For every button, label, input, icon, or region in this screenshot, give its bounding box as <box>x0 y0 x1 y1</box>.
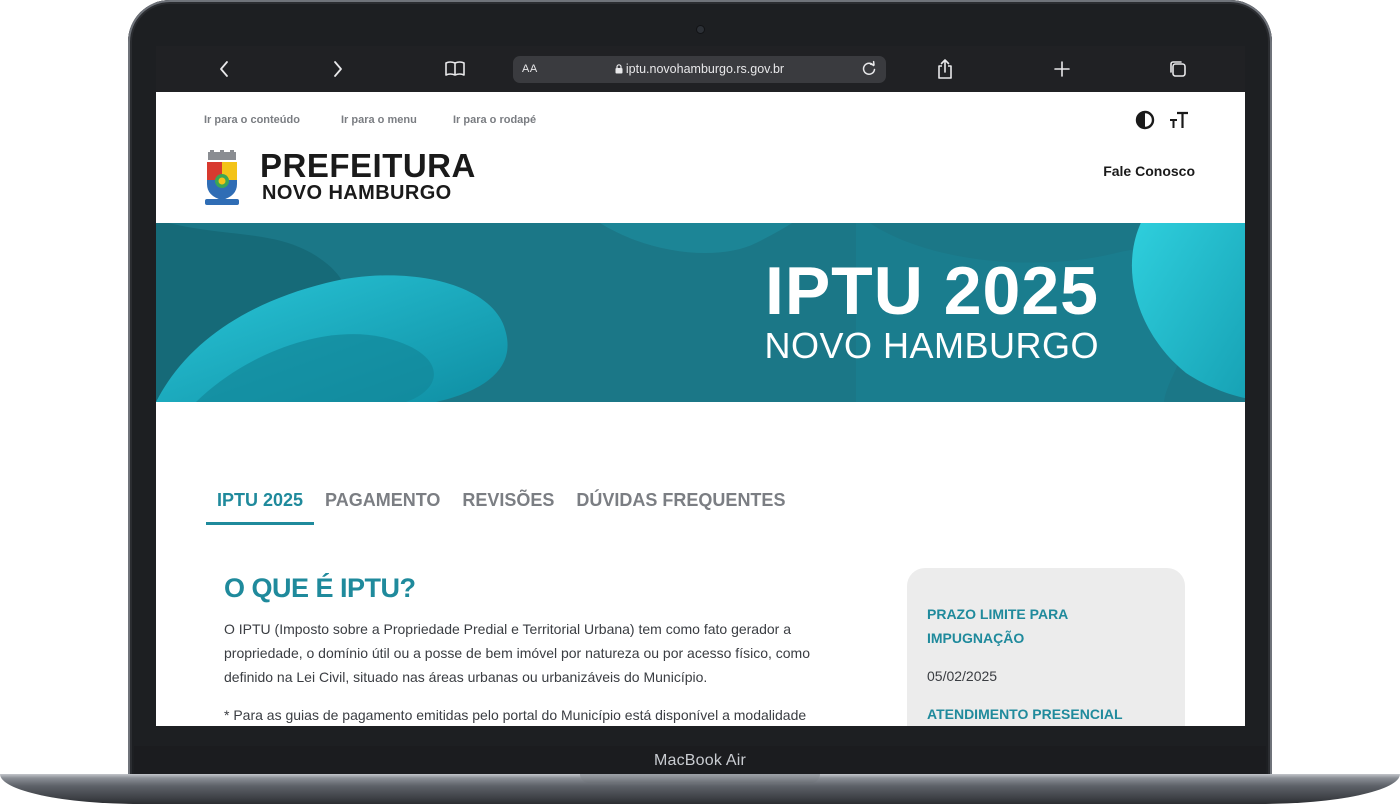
skip-to-menu-link[interactable]: Ir para o menu <box>341 114 417 126</box>
address-url[interactable]: iptu.novohamburgo.rs.gov.br <box>513 62 886 76</box>
banner-title: IPTU 2025 <box>764 253 1099 329</box>
plus-icon <box>1054 61 1070 77</box>
book-icon <box>445 61 465 76</box>
tab-duvidas-frequentes[interactable]: DÚVIDAS FREQUENTES <box>565 490 796 525</box>
camera <box>697 26 704 33</box>
address-bar[interactable]: AA iptu.novohamburgo.rs.gov.br <box>513 56 886 83</box>
font-size-button[interactable] <box>1169 110 1189 135</box>
reload-button[interactable] <box>860 60 878 83</box>
banner-subtitle: NOVO HAMBURGO <box>764 325 1099 366</box>
screen: AA iptu.novohamburgo.rs.gov.br Ir para o… <box>156 46 1245 726</box>
tab-iptu-2025[interactable]: IPTU 2025 <box>206 490 315 525</box>
bookmarks-button[interactable] <box>435 46 475 92</box>
brand-line-1: PREFEITURA <box>260 147 476 184</box>
attendance-label: ATENDIMENTO PRESENCIAL <box>927 706 1123 722</box>
brand-line-2: NOVO HAMBURGO <box>262 182 452 204</box>
coat-of-arms-logo[interactable] <box>204 150 240 211</box>
tabs-overview-button[interactable] <box>1158 46 1198 92</box>
chevron-right-icon <box>334 61 342 77</box>
browser-toolbar: AA iptu.novohamburgo.rs.gov.br <box>156 46 1245 92</box>
share-icon <box>938 59 952 79</box>
skip-to-footer-link[interactable]: Ir para o rodapé <box>453 114 536 126</box>
tabs-icon <box>1170 61 1186 77</box>
payment-note: * Para as guias de pagamento emitidas pe… <box>224 707 807 723</box>
url-text: iptu.novohamburgo.rs.gov.br <box>625 62 785 76</box>
section-tabs: IPTU 2025 PAGAMENTO REVISÕES DÚVIDAS FRE… <box>206 490 796 525</box>
reload-icon <box>862 60 876 75</box>
contrast-icon <box>1135 110 1155 130</box>
laptop-notch <box>580 774 820 783</box>
contrast-button[interactable] <box>1135 110 1155 135</box>
accessibility-tools <box>1135 110 1189 135</box>
contact-link[interactable]: Fale Conosco <box>1103 163 1195 179</box>
section-heading: O QUE É IPTU? <box>224 573 416 603</box>
chevron-left-icon <box>220 61 228 77</box>
text-size-icon <box>1170 111 1188 128</box>
deadline-value: 05/02/2025 <box>927 668 998 684</box>
tab-revisoes[interactable]: REVISÕES <box>451 490 565 525</box>
device-label: MacBook Air <box>134 746 1266 776</box>
forward-button[interactable] <box>318 46 358 92</box>
iptu-description: O IPTU (Imposto sobre a Propriedade Pred… <box>224 621 810 685</box>
tab-pagamento[interactable]: PAGAMENTO <box>314 490 451 525</box>
deadline-label: PRAZO LIMITE PARA IMPUGNAÇÃO <box>927 606 1068 646</box>
info-sidebar: PRAZO LIMITE PARA IMPUGNAÇÃO 05/02/2025 … <box>907 568 1185 726</box>
new-tab-button[interactable] <box>1042 46 1082 92</box>
back-button[interactable] <box>204 46 244 92</box>
lock-icon <box>615 64 623 74</box>
skip-to-content-link[interactable]: Ir para o conteúdo <box>204 114 300 126</box>
share-button[interactable] <box>925 46 965 92</box>
